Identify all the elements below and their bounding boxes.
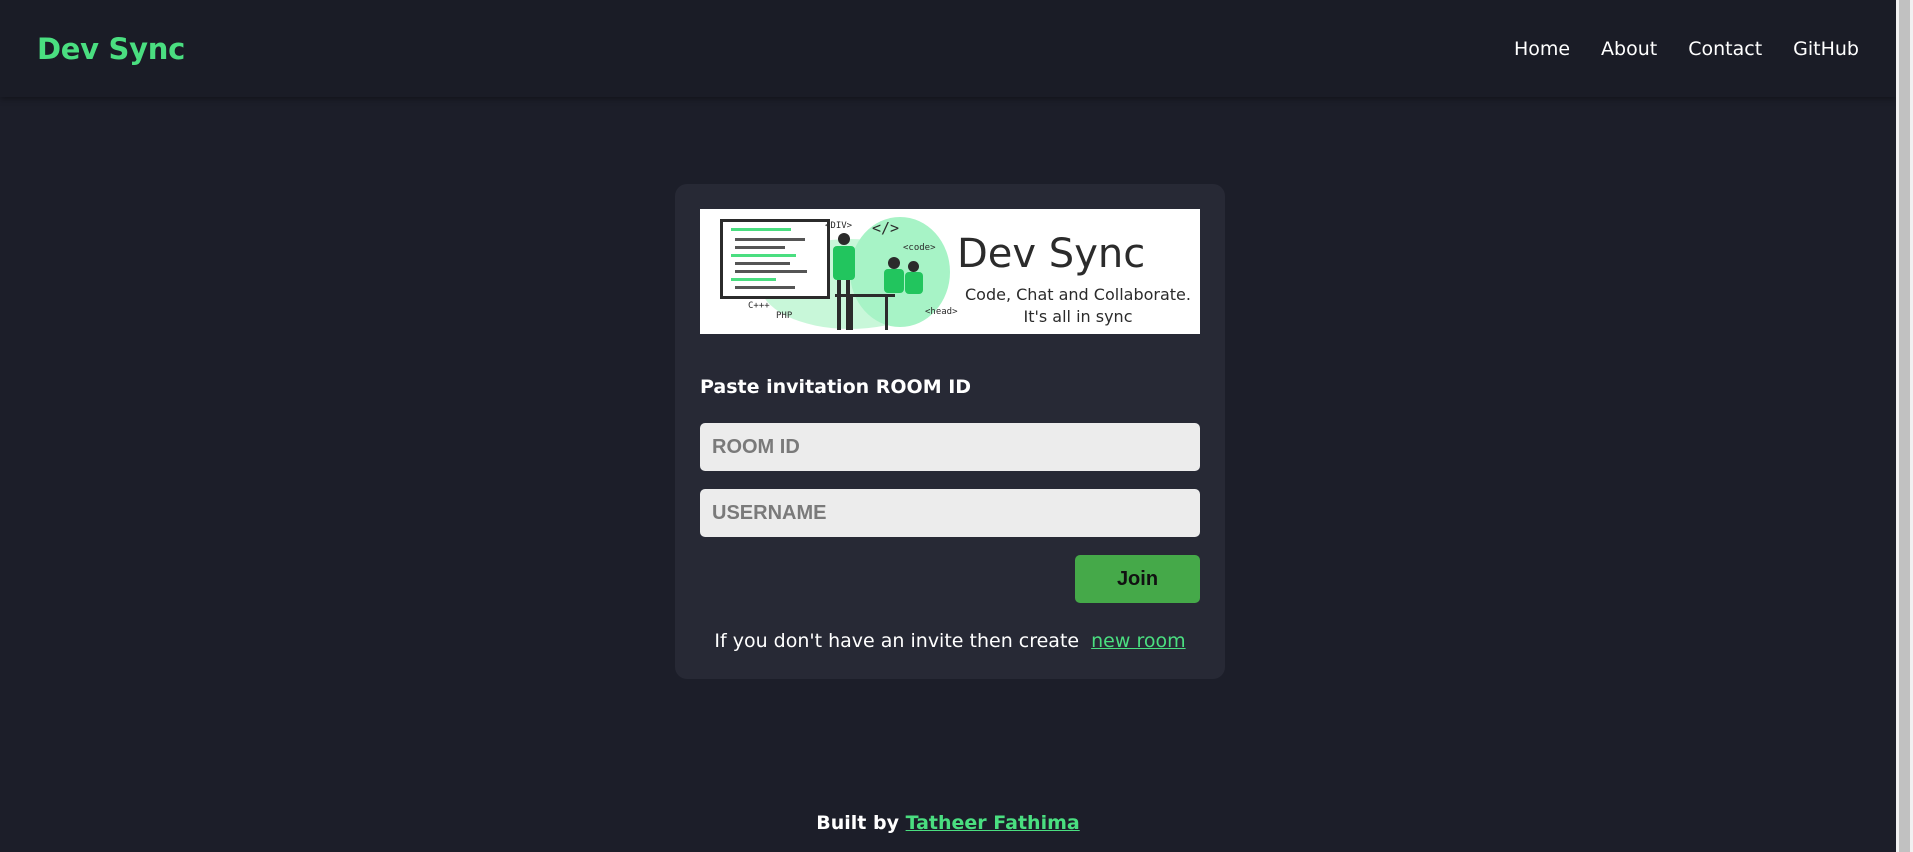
banner-tag: <code> bbox=[903, 243, 936, 253]
person-illustration bbox=[888, 257, 900, 269]
nav-link-github[interactable]: GitHub bbox=[1793, 38, 1859, 60]
nav-links: Home About Contact GitHub bbox=[1514, 38, 1859, 60]
brand-logo[interactable]: Dev Sync bbox=[37, 32, 185, 66]
new-room-link[interactable]: new room bbox=[1091, 630, 1185, 652]
form-actions: Join bbox=[700, 555, 1200, 603]
banner-tag: <head> bbox=[925, 307, 958, 317]
banner-tag: <DIV> bbox=[825, 221, 853, 231]
banner-subtitle-line1: Code, Chat and Collaborate. bbox=[965, 285, 1191, 304]
nav-link-home[interactable]: Home bbox=[1514, 38, 1570, 60]
banner-tag: C+++ bbox=[748, 301, 770, 311]
banner-subtitle: Code, Chat and Collaborate. It's all in … bbox=[958, 284, 1198, 328]
code-board-illustration bbox=[720, 219, 830, 299]
banner-tag: </> bbox=[872, 219, 900, 237]
join-room-card: <DIV> </> <code> C+++ PHP <head> Dev Syn… bbox=[675, 184, 1225, 679]
room-id-input[interactable] bbox=[700, 423, 1200, 471]
banner-title: Dev Sync bbox=[957, 231, 1146, 277]
banner-tag: PHP bbox=[776, 311, 793, 321]
dev-sync-banner: <DIV> </> <code> C+++ PHP <head> Dev Syn… bbox=[700, 209, 1200, 334]
scrollbar-track[interactable] bbox=[1896, 0, 1913, 852]
nav-link-contact[interactable]: Contact bbox=[1688, 38, 1762, 60]
footer: Built by Tatheer Fathima bbox=[0, 812, 1896, 834]
username-input[interactable] bbox=[700, 489, 1200, 537]
join-button[interactable]: Join bbox=[1075, 555, 1200, 603]
person-illustration bbox=[884, 269, 904, 293]
person-illustration bbox=[908, 261, 919, 272]
person-illustration bbox=[905, 272, 923, 294]
navbar: Dev Sync Home About Contact GitHub bbox=[0, 0, 1896, 97]
person-illustration bbox=[833, 246, 855, 280]
create-room-text: If you don't have an invite then create bbox=[714, 630, 1080, 652]
room-id-label: Paste invitation ROOM ID bbox=[700, 376, 972, 398]
create-room-prompt: If you don't have an invite then create … bbox=[700, 630, 1200, 652]
nav-link-about[interactable]: About bbox=[1601, 38, 1657, 60]
scrollbar-thumb[interactable] bbox=[1899, 0, 1910, 852]
author-link[interactable]: Tatheer Fathima bbox=[906, 812, 1080, 834]
footer-prefix: Built by bbox=[816, 812, 899, 834]
person-illustration bbox=[838, 233, 850, 245]
banner-subtitle-line2: It's all in sync bbox=[1023, 307, 1133, 326]
